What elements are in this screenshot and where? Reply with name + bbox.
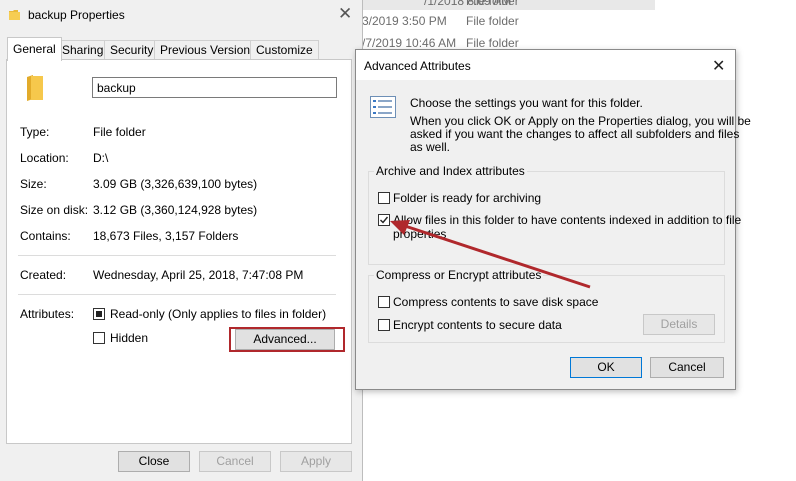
bg-row-type-2: File folder bbox=[466, 14, 519, 28]
properties-window: backup Properties ✕ General Sharing Secu… bbox=[0, 0, 363, 481]
bg-row-type-3: File folder bbox=[466, 36, 519, 50]
tab-previous-versions[interactable]: Previous Versions bbox=[154, 40, 263, 60]
close-icon[interactable]: ✕ bbox=[338, 4, 352, 24]
cancel-button[interactable]: Cancel bbox=[199, 451, 271, 472]
size-on-disk-value: 3.12 GB (3,360,124,928 bytes) bbox=[93, 203, 258, 217]
folder-name-input[interactable]: backup bbox=[92, 77, 337, 98]
dialog-title: Advanced Attributes bbox=[364, 59, 471, 73]
archiving-checkbox[interactable] bbox=[378, 192, 390, 204]
encrypt-label: Encrypt contents to secure data bbox=[393, 318, 562, 332]
bg-row-date-3: /7/2019 10:46 AM bbox=[362, 36, 457, 50]
size-on-disk-label: Size on disk: bbox=[20, 203, 89, 217]
ok-button[interactable]: OK bbox=[570, 357, 642, 378]
close-button[interactable]: Close bbox=[118, 451, 190, 472]
type-value: File folder bbox=[93, 125, 146, 139]
contains-value: 18,673 Files, 3,157 Folders bbox=[93, 229, 239, 243]
readonly-label: Read-only (Only applies to files in fold… bbox=[110, 307, 327, 321]
cancel-button[interactable]: Cancel bbox=[650, 357, 724, 378]
tab-customize[interactable]: Customize bbox=[250, 40, 319, 60]
encrypt-checkbox[interactable] bbox=[378, 319, 390, 331]
tab-security[interactable]: Security bbox=[104, 40, 160, 60]
readonly-checkbox[interactable] bbox=[93, 308, 105, 320]
location-value: D:\ bbox=[93, 151, 109, 165]
contains-label: Contains: bbox=[20, 229, 71, 243]
compress-checkbox[interactable] bbox=[378, 296, 390, 308]
archive-index-group-label: Archive and Index attributes bbox=[374, 164, 527, 178]
size-value: 3.09 GB (3,326,639,100 bytes) bbox=[93, 177, 258, 191]
created-value: Wednesday, April 25, 2018, 7:47:08 PM bbox=[93, 268, 304, 282]
location-label: Location: bbox=[20, 151, 69, 165]
annotation-arrow bbox=[390, 220, 591, 289]
intro-text: Choose the settings you want for this fo… bbox=[410, 96, 643, 110]
bg-row-date-2: 3/2019 3:50 PM bbox=[362, 14, 447, 28]
close-icon[interactable]: ✕ bbox=[712, 56, 725, 76]
intro-text: When you click OK or Apply on the Proper… bbox=[410, 114, 751, 128]
divider bbox=[18, 255, 336, 256]
large-folder-icon bbox=[27, 75, 43, 101]
attributes-label: Attributes: bbox=[20, 307, 75, 321]
tab-sharing[interactable]: Sharing bbox=[56, 40, 110, 60]
compress-label: Compress contents to save disk space bbox=[393, 295, 599, 309]
type-label: Type: bbox=[20, 125, 50, 139]
settings-list-icon bbox=[370, 96, 396, 118]
apply-button[interactable]: Apply bbox=[280, 451, 352, 472]
archiving-label: Folder is ready for archiving bbox=[393, 191, 542, 205]
folder-icon bbox=[9, 10, 20, 20]
tab-general[interactable]: General bbox=[7, 37, 62, 61]
advanced-button[interactable]: Advanced... bbox=[235, 329, 335, 350]
intro-text: asked if you want the changes to affect … bbox=[410, 127, 740, 141]
window-title: backup Properties bbox=[28, 8, 125, 22]
hidden-checkbox[interactable] bbox=[93, 332, 105, 344]
bg-row-type-1: File folder bbox=[466, 0, 519, 8]
created-label: Created: bbox=[20, 268, 67, 282]
size-label: Size: bbox=[20, 177, 47, 191]
divider bbox=[18, 294, 336, 295]
details-button[interactable]: Details bbox=[643, 314, 715, 335]
general-panel bbox=[6, 59, 352, 444]
intro-text: as well. bbox=[410, 140, 451, 154]
hidden-label: Hidden bbox=[110, 331, 149, 345]
